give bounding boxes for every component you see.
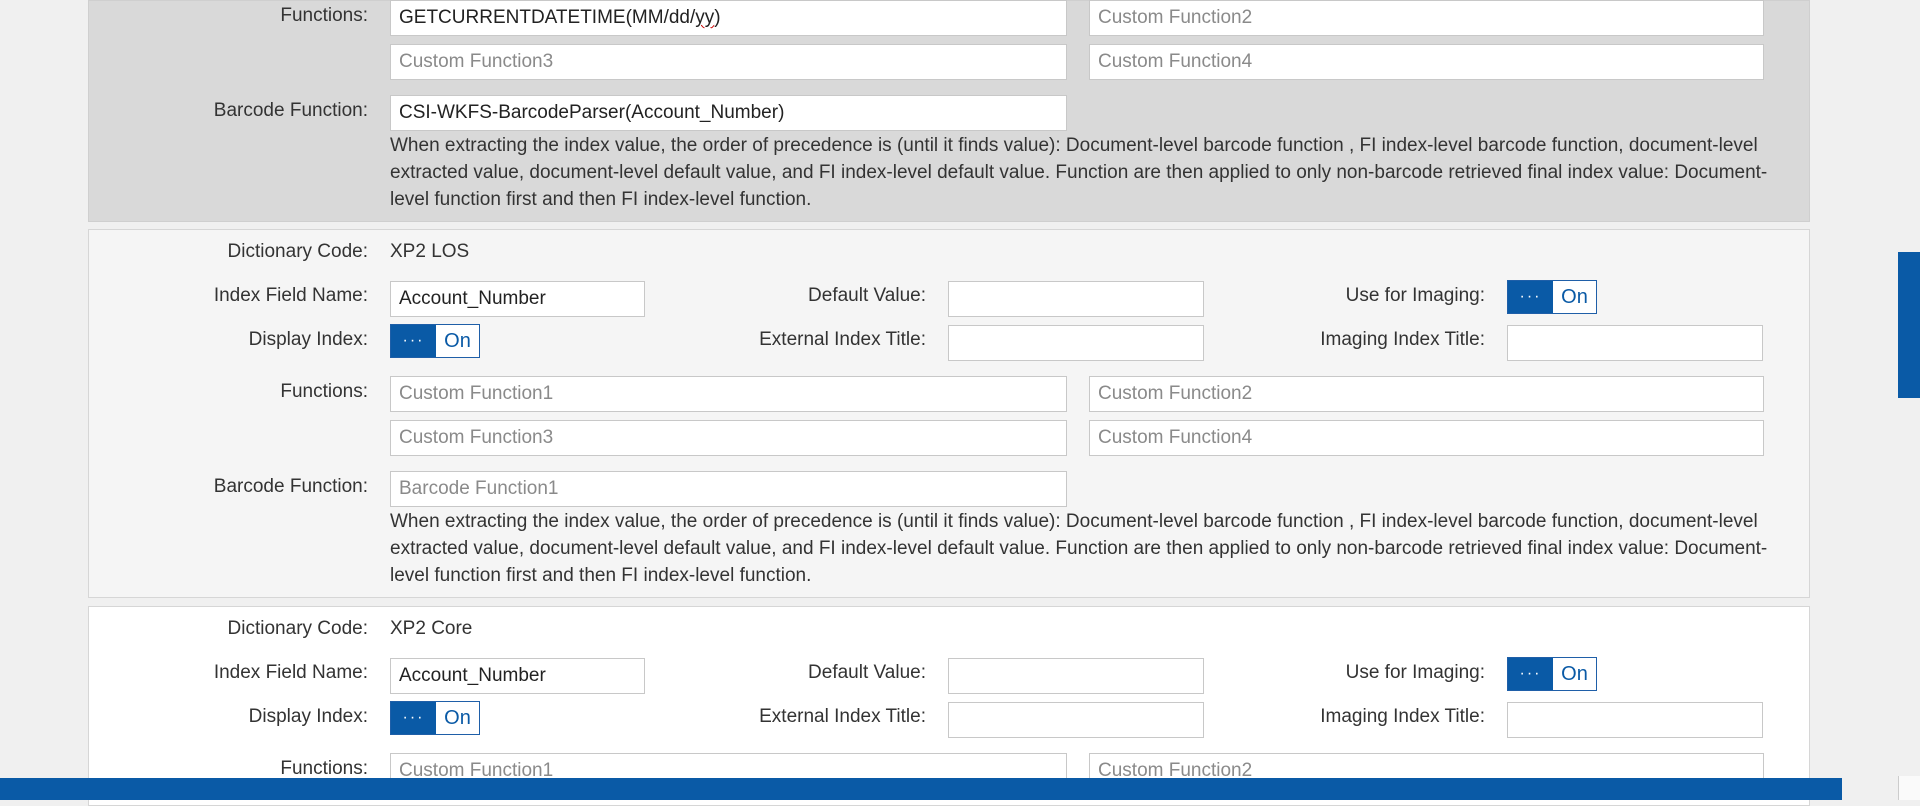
toggle-knob: ··· [1508,658,1553,690]
placeholder: Custom Function4 [1098,51,1253,72]
imaging-index-title-label: Imaging Index Title: [1320,706,1485,727]
placeholder: Custom Function2 [1098,383,1253,404]
function-value-part: GETCURRENTDATETIME(MM/dd/ [399,7,696,28]
toggle-state: On [1561,285,1588,308]
imaging-index-title-input[interactable] [1507,325,1763,361]
external-index-title-label: External Index Title: [759,706,926,727]
use-for-imaging-label: Use for Imaging: [1345,662,1485,683]
default-value-input[interactable] [948,281,1204,317]
dictionary-code-label: Dictionary Code: [227,241,368,262]
external-index-title-input[interactable] [948,325,1204,361]
functions-label: Functions: [280,758,368,779]
dictionary-code-value: XP2 LOS [390,241,470,262]
toggle-knob: ··· [391,702,436,734]
custom-function4-input[interactable]: Custom Function4 [1089,420,1764,456]
custom-function3-input[interactable]: Custom Function3 [390,420,1067,456]
display-index-toggle[interactable]: ··· On [390,324,480,358]
dictionary-code-label: Dictionary Code: [227,618,368,639]
placeholder: Custom Function3 [399,427,554,448]
barcode-function-label: Barcode Function: [213,100,368,121]
function-value-misspelled: yy [695,7,715,28]
default-value-label: Default Value: [808,662,926,683]
scrollbar-corner [1898,776,1920,800]
index-field-name-value: Account_Number [399,288,546,309]
precedence-note: When extracting the index value, the ord… [390,511,1768,586]
external-index-title-label: External Index Title: [759,329,926,350]
custom-function1-input[interactable]: GETCURRENTDATETIME(MM/dd/yy) [390,0,1067,36]
custom-function2-input[interactable]: Custom Function2 [1089,0,1764,36]
barcode-function-input[interactable]: CSI-WKFS-BarcodeParser(Account_Number) [390,95,1067,131]
index-field-name-value: Account_Number [399,665,546,686]
custom-function3-input[interactable]: Custom Function3 [390,44,1067,80]
placeholder: Custom Function3 [399,51,554,72]
dictionary-code-value: XP2 Core [390,618,473,639]
placeholder: Custom Function4 [1098,427,1253,448]
use-for-imaging-toggle[interactable]: ··· On [1507,657,1597,691]
functions-label: Functions: [280,5,368,26]
custom-function2-input[interactable]: Custom Function2 [1089,376,1764,412]
function-value-end: ) [714,7,721,28]
toggle-state: On [1561,662,1588,685]
placeholder: Custom Function1 [399,383,554,404]
custom-function4-input[interactable]: Custom Function4 [1089,44,1764,80]
barcode-value: CSI-WKFS-BarcodeParser(Account_Number) [399,102,785,123]
imaging-index-title-input[interactable] [1507,702,1763,738]
use-for-imaging-label: Use for Imaging: [1345,285,1485,306]
use-for-imaging-toggle[interactable]: ··· On [1507,280,1597,314]
side-scroll-indicator[interactable] [1898,252,1920,398]
index-field-name-label: Index Field Name: [213,285,368,306]
index-field-name-input[interactable]: Account_Number [390,658,645,694]
external-index-title-input[interactable] [948,702,1204,738]
barcode-function-label: Barcode Function: [213,476,368,497]
precedence-note: When extracting the index value, the ord… [390,135,1768,210]
barcode-function-input[interactable]: Barcode Function1 [390,471,1067,507]
index-field-name-input[interactable]: Account_Number [390,281,645,317]
display-index-label: Display Index: [248,706,368,727]
display-index-toggle[interactable]: ··· On [390,701,480,735]
imaging-index-title-label: Imaging Index Title: [1320,329,1485,350]
default-value-label: Default Value: [808,285,926,306]
placeholder: Custom Function2 [1098,7,1253,28]
index-field-name-label: Index Field Name: [213,662,368,683]
placeholder: Barcode Function1 [399,478,559,499]
custom-function1-input[interactable]: Custom Function1 [390,376,1067,412]
functions-label: Functions: [280,381,368,402]
toggle-knob: ··· [391,325,436,357]
toggle-knob: ··· [1508,281,1553,313]
bottom-status-bar [0,778,1842,800]
display-index-label: Display Index: [248,329,368,350]
toggle-state: On [444,706,471,729]
toggle-state: On [444,329,471,352]
default-value-input[interactable] [948,658,1204,694]
